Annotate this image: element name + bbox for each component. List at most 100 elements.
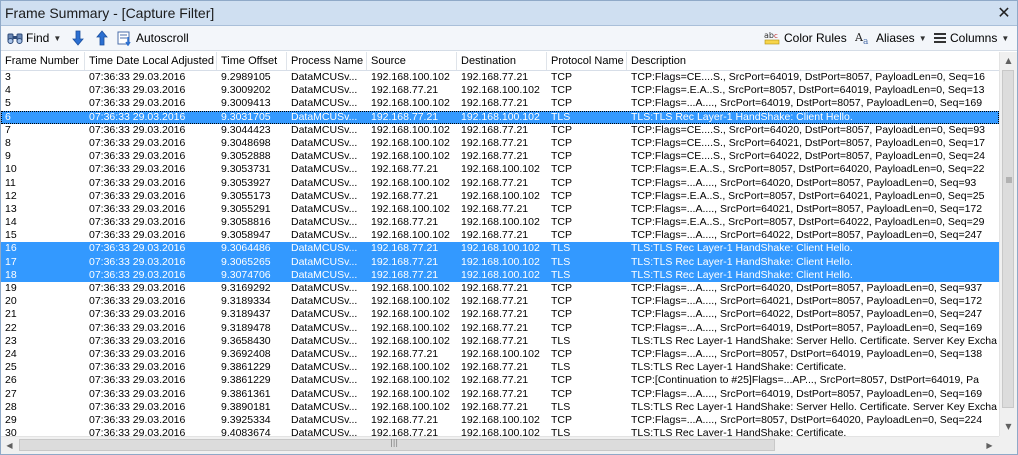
table-row[interactable]: 26 07:36:33 29.03.2016 9.3861229 DataMCUSv.… (1, 374, 999, 387)
description-cell: TCP:Flags=...A...., SrcPort=64019, DstPo… (631, 97, 983, 110)
description-cell: TCP:Flags=...A...., SrcPort=64021, DstPo… (631, 295, 983, 308)
table-row[interactable]: 6 07:36:33 29.03.2016 9.3031705 DataMCUSv..… (1, 110, 999, 124)
table-row[interactable]: 11 07:36:33 29.03.2016 9.3053927 DataMCUSv.… (1, 177, 999, 190)
protocol-name-cell: TLS (551, 255, 571, 268)
table-row[interactable]: 20 07:36:33 29.03.2016 9.3189334 DataMCUSv.… (1, 295, 999, 308)
table-row[interactable]: 5 07:36:33 29.03.2016 9.3009413 DataMCUSv..… (1, 97, 999, 110)
process-name-cell: DataMCUSv... (291, 229, 358, 242)
time-date-cell: 07:36:33 29.03.2016 (89, 334, 186, 347)
close-button[interactable]: ✕ (995, 4, 1013, 22)
time-offset-cell: 9.3925334 (221, 413, 271, 426)
column-header-description[interactable]: Description (627, 52, 999, 70)
columns-dropdown-button[interactable]: Columns ▼ (933, 29, 1009, 47)
table-row[interactable]: 8 07:36:33 29.03.2016 9.3048698 DataMCUSv..… (1, 137, 999, 150)
description-cell: TLS:TLS Rec Layer-1 HandShake: Client He… (631, 242, 853, 255)
table-row[interactable]: 28 07:36:33 29.03.2016 9.3890181 DataMCUSv.… (1, 401, 999, 414)
frame-number-cell: 18 (5, 268, 17, 281)
time-offset-cell: 9.3055291 (221, 202, 271, 215)
process-name-cell: DataMCUSv... (291, 295, 358, 308)
column-header-frame-number[interactable]: Frame Number (1, 52, 85, 70)
table-row[interactable]: 13 07:36:33 29.03.2016 9.3055291 DataMCUSv.… (1, 203, 999, 216)
time-date-cell: 07:36:33 29.03.2016 (89, 202, 186, 215)
aliases-dropdown-button[interactable]: A a Aliases ▼ (855, 29, 927, 47)
process-name-cell: DataMCUSv... (291, 347, 358, 360)
scroll-down-arrow[interactable]: ▼ (1000, 418, 1017, 435)
table-row[interactable]: 7 07:36:33 29.03.2016 9.3044423 DataMCUSv..… (1, 124, 999, 137)
time-offset-cell: 9.3861229 (221, 374, 271, 387)
scroll-right-arrow[interactable]: ▶ (981, 437, 998, 454)
process-name-cell: DataMCUSv... (291, 71, 358, 83)
time-offset-cell: 9.3058816 (221, 216, 271, 229)
find-dropdown-button[interactable]: Find ▼ (7, 29, 61, 47)
source-cell: 192.168.77.21 (371, 268, 439, 281)
column-header-protocol-name[interactable]: Protocol Name (547, 52, 627, 70)
table-row[interactable]: 21 07:36:33 29.03.2016 9.3189437 DataMCUSv.… (1, 308, 999, 321)
column-header-row: Frame Number Time Date Local Adjusted Ti… (1, 52, 999, 71)
table-row[interactable]: 14 07:36:33 29.03.2016 9.3058816 DataMCUSv.… (1, 216, 999, 229)
horizontal-scroll-thumb[interactable]: ||| (19, 438, 775, 451)
table-row[interactable]: 22 07:36:33 29.03.2016 9.3189478 DataMCUSv.… (1, 322, 999, 335)
column-header-process-name[interactable]: Process Name (287, 52, 367, 70)
svg-text:ab: ab (764, 31, 774, 40)
scroll-up-arrow[interactable]: ▲ (1000, 52, 1017, 69)
destination-cell: 192.168.100.102 (461, 84, 540, 97)
vertical-scroll-thumb[interactable] (1002, 70, 1014, 408)
time-offset-cell: 9.3890181 (221, 400, 271, 413)
process-name-cell: DataMCUSv... (291, 163, 358, 176)
table-row[interactable]: 30 07:36:33 29.03.2016 9.4083674 DataMCUSv.… (1, 427, 999, 436)
table-row[interactable]: 25 07:36:33 29.03.2016 9.3861229 DataMCUSv.… (1, 361, 999, 374)
find-previous-button[interactable] (95, 29, 109, 47)
table-row[interactable]: 16 07:36:33 29.03.2016 9.3064486 DataMCUSv.… (1, 242, 999, 256)
svg-text:c: c (774, 32, 778, 40)
table-row[interactable]: 15 07:36:33 29.03.2016 9.3058947 DataMCUSv.… (1, 229, 999, 242)
table-row[interactable]: 17 07:36:33 29.03.2016 9.3065265 DataMCUSv.… (1, 255, 999, 269)
frame-number-cell: 20 (5, 295, 17, 308)
time-date-cell: 07:36:33 29.03.2016 (89, 229, 186, 242)
find-next-button[interactable] (71, 29, 85, 47)
table-row[interactable]: 27 07:36:33 29.03.2016 9.3861361 DataMCUSv.… (1, 388, 999, 401)
column-header-time-offset[interactable]: Time Offset (217, 52, 287, 70)
frame-number-cell: 29 (5, 413, 17, 426)
process-name-cell: DataMCUSv... (291, 374, 358, 387)
destination-cell: 192.168.77.21 (461, 229, 529, 242)
column-header-source[interactable]: Source (367, 52, 457, 70)
protocol-name-cell: TCP (551, 136, 572, 149)
destination-cell: 192.168.100.102 (461, 216, 540, 229)
table-row[interactable]: 18 07:36:33 29.03.2016 9.3074706 DataMCUSv.… (1, 268, 999, 282)
horizontal-scrollbar[interactable]: ◀ ||| ▶ (1, 436, 999, 454)
vertical-scrollbar[interactable]: ▲ ▼ (999, 52, 1017, 436)
table-row[interactable]: 3 07:36:33 29.03.2016 9.2989105 DataMCUSv..… (1, 71, 999, 84)
frame-number-cell: 15 (5, 229, 17, 242)
table-row[interactable]: 12 07:36:33 29.03.2016 9.3055173 DataMCUSv.… (1, 190, 999, 203)
table-row[interactable]: 9 07:36:33 29.03.2016 9.3052888 DataMCUSv..… (1, 150, 999, 163)
time-date-cell: 07:36:33 29.03.2016 (89, 123, 186, 136)
description-cell: TCP:Flags=.E.A..S., SrcPort=8057, DstPor… (631, 189, 985, 202)
autoscroll-label: Autoscroll (136, 31, 189, 45)
protocol-name-cell: TCP (551, 84, 572, 97)
autoscroll-button[interactable]: Autoscroll (117, 29, 189, 47)
title-bar: Frame Summary - [Capture Filter] ✕ (1, 1, 1017, 26)
destination-cell: 192.168.77.21 (461, 136, 529, 149)
column-header-time-date[interactable]: Time Date Local Adjusted (85, 52, 217, 70)
time-date-cell: 07:36:33 29.03.2016 (89, 176, 186, 189)
table-row[interactable]: 23 07:36:33 29.03.2016 9.3658430 DataMCUSv.… (1, 335, 999, 348)
column-header-destination[interactable]: Destination (457, 52, 547, 70)
process-name-cell: DataMCUSv... (291, 427, 358, 436)
table-row[interactable]: 24 07:36:33 29.03.2016 9.3692408 DataMCUSv.… (1, 348, 999, 361)
source-cell: 192.168.100.102 (371, 387, 450, 400)
table-row[interactable]: 29 07:36:33 29.03.2016 9.3925334 DataMCUSv.… (1, 414, 999, 427)
destination-cell: 192.168.77.21 (461, 176, 529, 189)
frame-number-cell: 25 (5, 361, 17, 374)
time-offset-cell: 9.3189334 (221, 295, 271, 308)
description-cell: TCP:Flags=...A...., SrcPort=64022, DstPo… (631, 229, 983, 242)
protocol-name-cell: TCP (551, 387, 572, 400)
table-row[interactable]: 4 07:36:33 29.03.2016 9.3009202 DataMCUSv..… (1, 84, 999, 97)
frame-summary-grid: Frame Number Time Date Local Adjusted Ti… (1, 52, 999, 436)
time-date-cell: 07:36:33 29.03.2016 (89, 282, 186, 294)
table-row[interactable]: 19 07:36:33 29.03.2016 9.3169292 DataMCUSv.… (1, 282, 999, 295)
table-row[interactable]: 10 07:36:33 29.03.2016 9.3053731 DataMCUSv.… (1, 163, 999, 176)
color-rules-button[interactable]: ab c Color Rules (763, 29, 847, 47)
frame-number-cell: 12 (5, 189, 17, 202)
scroll-left-arrow[interactable]: ◀ (1, 437, 18, 454)
description-cell: TCP:Flags=CE....S., SrcPort=64019, DstPo… (631, 71, 986, 83)
